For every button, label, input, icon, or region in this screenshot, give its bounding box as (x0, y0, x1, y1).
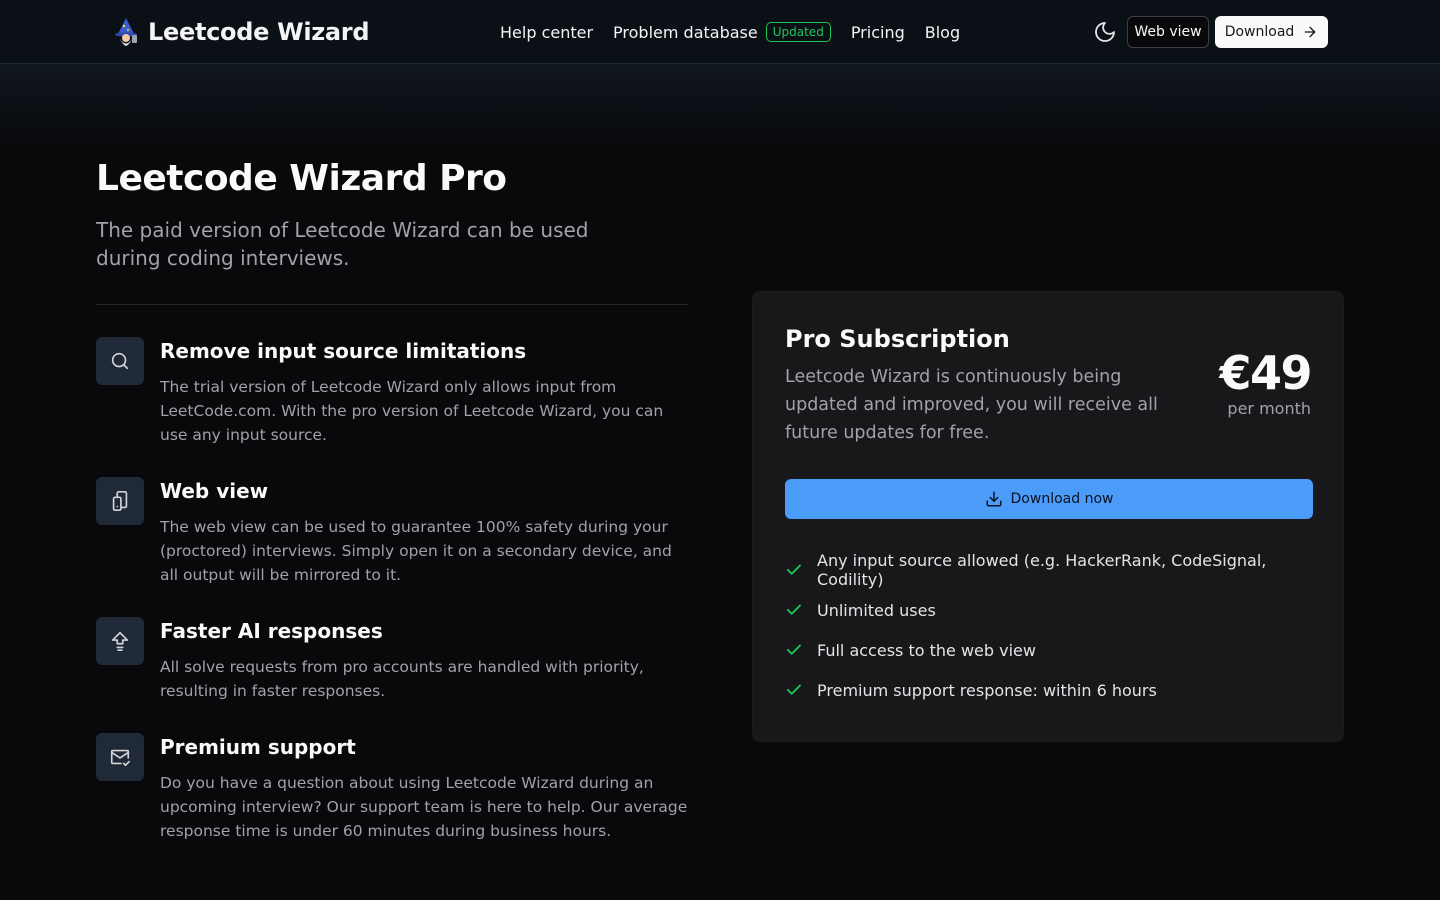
list-item: Any input source allowed (e.g. HackerRan… (785, 550, 1313, 590)
list-item: Unlimited uses (785, 590, 1313, 630)
price-period: per month (1227, 399, 1311, 418)
arrow-up-icon (96, 617, 144, 665)
list-item-label: Full access to the web view (817, 640, 1036, 660)
nav-blog[interactable]: Blog (925, 23, 960, 42)
pricing-card: Pro Subscription Leetcode Wizard is cont… (752, 291, 1344, 742)
feature-desc: The trial version of Leetcode Wizard onl… (160, 378, 664, 444)
feature-title: Web view (160, 479, 269, 503)
wizard-logo-icon (115, 18, 137, 46)
mail-check-icon (96, 733, 144, 781)
download-icon (986, 491, 1002, 507)
check-icon (787, 644, 801, 655)
price: €49 (1219, 346, 1312, 400)
feature-title: Remove input source limitations (160, 339, 527, 363)
list-item-label: Premium support response: within 6 hours (817, 680, 1157, 700)
page-title: Leetcode Wizard Pro (96, 158, 507, 199)
brand-name: Leetcode Wizard (148, 18, 370, 46)
nav-help-center[interactable]: Help center (500, 23, 593, 42)
web-view-button[interactable]: Web view (1127, 16, 1209, 48)
brand[interactable]: Leetcode Wizard (112, 16, 370, 48)
list-item: Premium support response: within 6 hours (785, 670, 1313, 710)
check-icon (787, 684, 801, 695)
page-subtitle: The paid version of Leetcode Wizard can … (96, 218, 589, 270)
moon-icon[interactable] (1093, 20, 1117, 44)
divider (96, 304, 688, 305)
check-icon (787, 564, 801, 575)
feature-desc: The web view can be used to guarantee 10… (160, 518, 672, 584)
feature-title: Premium support (160, 735, 356, 759)
feature-desc: All solve requests from pro accounts are… (160, 658, 644, 700)
feature-title: Faster AI responses (160, 619, 383, 643)
download-button-label: Download (1224, 24, 1295, 40)
nav-pricing[interactable]: Pricing (851, 23, 905, 42)
download-button[interactable]: Download (1215, 16, 1328, 48)
plan-features-list: Any input source allowed (e.g. HackerRan… (785, 550, 1313, 710)
search-icon (96, 337, 144, 385)
list-item-label: Any input source allowed (e.g. HackerRan… (817, 551, 1267, 589)
check-icon (787, 604, 801, 615)
card-desc: Leetcode Wizard is continuously being up… (785, 367, 1158, 443)
card-title: Pro Subscription (785, 325, 1010, 353)
devices-icon (96, 477, 144, 525)
web-view-button-label: Web view (1134, 24, 1202, 40)
list-item-label: Unlimited uses (817, 600, 936, 620)
feature-desc: Do you have a question about using Leetc… (160, 774, 688, 840)
updated-badge: Updated (765, 22, 831, 42)
list-item: Full access to the web view (785, 630, 1313, 670)
download-now-button[interactable]: Download now (785, 479, 1313, 519)
main-nav: Help center Problem database Updated Pri… (500, 18, 980, 46)
download-now-label: Download now (1010, 491, 1114, 507)
top-navbar: Leetcode Wizard Help center Problem data… (0, 0, 1440, 64)
nav-problem-database[interactable]: Problem database (613, 23, 758, 42)
arrow-right-icon (1304, 26, 1316, 38)
